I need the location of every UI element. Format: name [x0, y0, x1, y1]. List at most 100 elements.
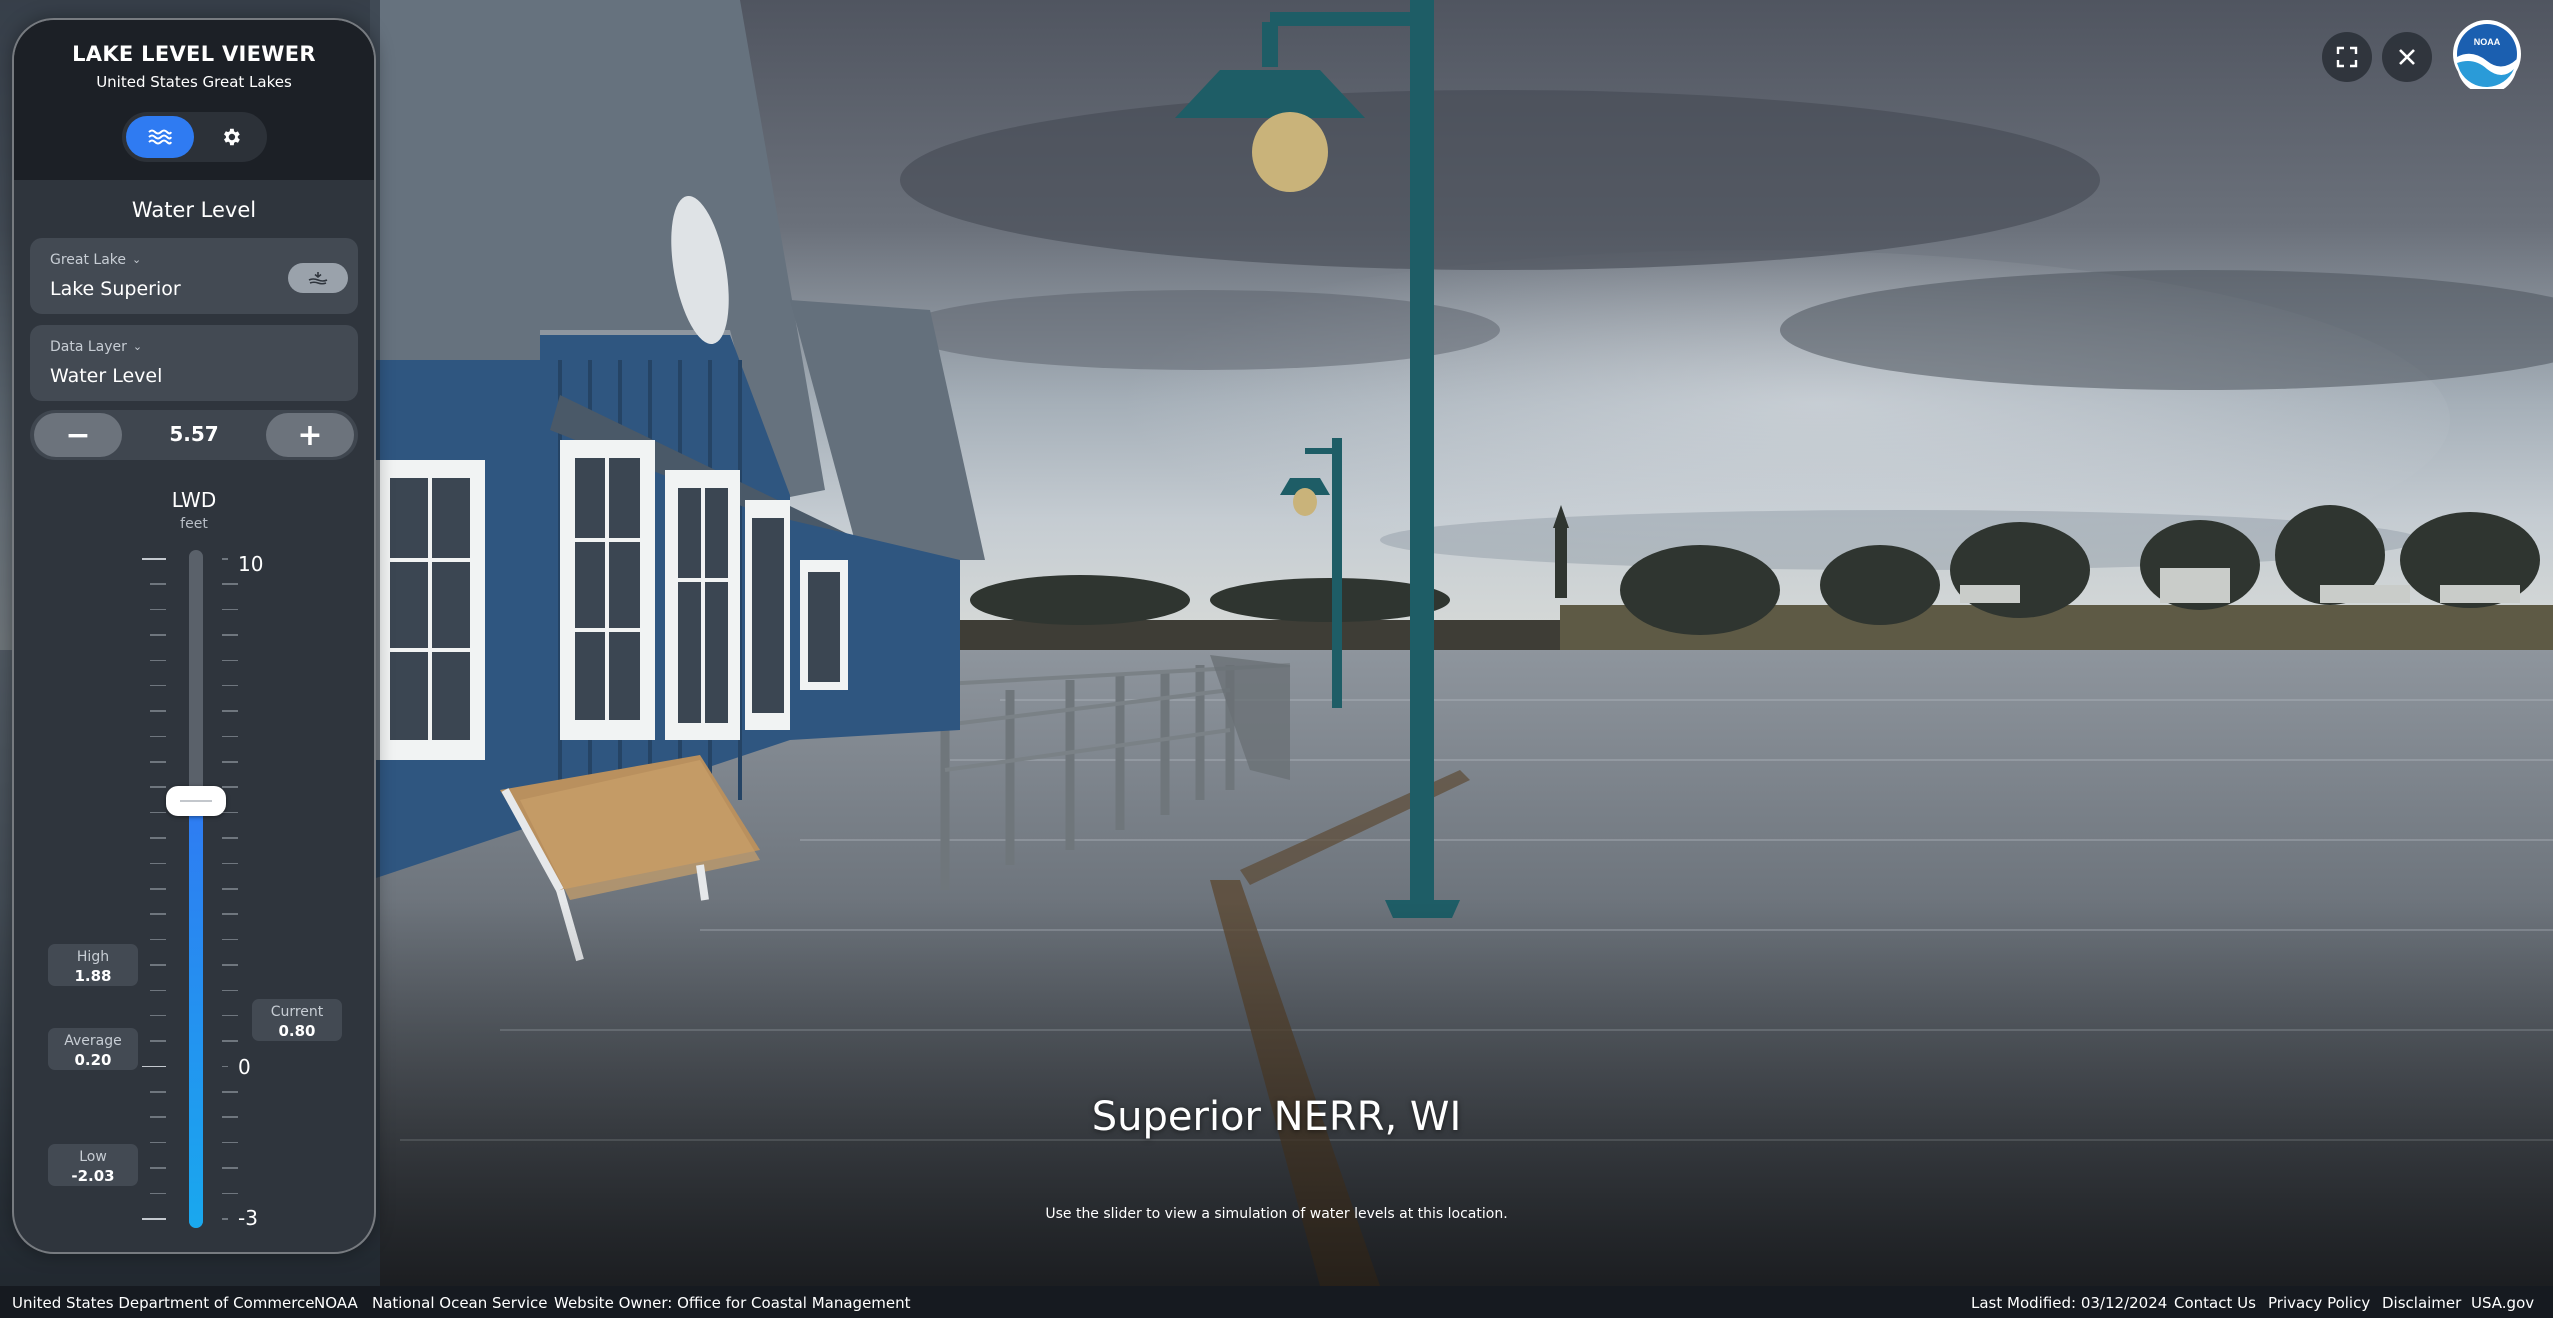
- gauge-tick: [150, 761, 166, 763]
- slider-hint: Use the slider to view a simulation of w…: [1045, 1206, 1508, 1222]
- gauge-tick: [222, 634, 238, 636]
- stat-low-label: Low: [79, 1149, 107, 1165]
- gauge-tick: [150, 659, 166, 662]
- footer-last-modified: Last Modified: 03/12/2024: [1971, 1294, 2168, 1312]
- gauge-tick: [150, 1141, 166, 1144]
- gauge-tick: [222, 558, 228, 560]
- level-slider-fill: [189, 801, 203, 1228]
- stat-current: Current 0.80: [252, 999, 342, 1041]
- gauge-tick: [222, 1091, 238, 1093]
- great-lake-select[interactable]: Great Lake ⌄ Lake Superior: [30, 238, 358, 314]
- gauge-tick: [222, 837, 238, 839]
- gauge-tick: [150, 964, 166, 966]
- waves-icon: [148, 129, 172, 145]
- gear-icon: [223, 128, 240, 146]
- stat-high-value: 1.88: [74, 967, 112, 985]
- gauge-tick: [222, 684, 238, 687]
- stat-current-value: 0.80: [278, 1022, 316, 1040]
- control-panel: LAKE LEVEL VIEWER United States Great La…: [12, 18, 376, 1254]
- footer-link-commerce[interactable]: United States Department of Commerce: [12, 1294, 315, 1312]
- gauge-tick: [222, 710, 238, 712]
- gauge-tick: [222, 1040, 238, 1042]
- gauge-tick: [222, 862, 238, 865]
- gauge-tick: [222, 888, 238, 890]
- scale-label-middle: 0: [238, 1055, 251, 1079]
- gauge-tick: [142, 1065, 166, 1068]
- stat-high: High 1.88: [48, 944, 138, 986]
- app-subtitle: United States Great Lakes: [96, 73, 292, 91]
- footer-link-disclaimer[interactable]: Disclaimer: [2382, 1294, 2461, 1312]
- stat-high-label: High: [76, 949, 110, 965]
- tab-settings[interactable]: [198, 116, 263, 158]
- gauge-tick: [222, 1141, 238, 1144]
- great-lake-label: Great Lake ⌄: [50, 252, 142, 268]
- gauge-tick: [150, 1091, 166, 1093]
- lake-icon: [308, 272, 328, 285]
- gauge-tick: [222, 1014, 238, 1017]
- footer-link-privacy[interactable]: Privacy Policy: [2268, 1294, 2370, 1312]
- footer-link-usagov[interactable]: USA.gov: [2471, 1294, 2534, 1312]
- gauge-tick: [222, 1192, 238, 1195]
- datum-label: LWD: [171, 488, 217, 512]
- level-stepper: − 5.57 +: [30, 410, 358, 460]
- data-layer-select[interactable]: Data Layer ⌄ Water Level: [30, 325, 358, 401]
- gauge-tick: [222, 659, 238, 662]
- svg-text:NOAA: NOAA: [2474, 37, 2501, 47]
- data-layer-label: Data Layer ⌄: [50, 339, 143, 355]
- stat-average-label: Average: [64, 1033, 122, 1049]
- gauge-tick: [222, 1065, 228, 1068]
- gauge-tick: [150, 684, 166, 687]
- gauge-tick: [222, 811, 238, 814]
- unit-label: feet: [180, 516, 208, 532]
- footer-link-contact[interactable]: Contact Us: [2174, 1294, 2256, 1312]
- gauge-tick: [150, 1192, 166, 1195]
- lake-location-button[interactable]: [288, 263, 348, 293]
- noaa-logo[interactable]: NOAA: [2452, 19, 2522, 94]
- gauge-tick: [150, 888, 166, 890]
- gauge-tick: [150, 837, 166, 839]
- gauge-tick: [222, 913, 238, 915]
- gauge-tick: [150, 1014, 166, 1017]
- increase-button[interactable]: +: [266, 413, 354, 457]
- gauge-tick: [150, 811, 166, 814]
- gauge-tick: [150, 862, 166, 865]
- gauge-tick: [150, 735, 166, 738]
- footer-link-owner[interactable]: Website Owner: Office for Coastal Manage…: [554, 1294, 911, 1312]
- fullscreen-icon: [2336, 46, 2358, 68]
- level-slider-thumb[interactable]: [166, 786, 226, 816]
- close-button[interactable]: [2382, 32, 2432, 82]
- stat-low-value: -2.03: [71, 1167, 115, 1185]
- gauge-tick: [222, 1167, 238, 1169]
- gauge-tick: [150, 913, 166, 915]
- gauge-tick: [150, 710, 166, 712]
- gauge-tick: [222, 989, 238, 992]
- gauge-tick: [150, 634, 166, 636]
- close-icon: [2399, 49, 2415, 65]
- gauge-tick: [150, 786, 166, 788]
- stat-average: Average 0.20: [48, 1028, 138, 1070]
- scale-label-top: 10: [238, 552, 264, 576]
- gauge-tick: [150, 583, 166, 585]
- gauge-tick: [150, 1167, 166, 1169]
- gauge-tick: [222, 735, 238, 738]
- gauge-tick: [150, 1040, 166, 1042]
- location-title: Superior NERR, WI: [1091, 1094, 1462, 1140]
- footer-link-nos[interactable]: National Ocean Service: [372, 1294, 547, 1312]
- gauge-tick: [150, 938, 166, 941]
- gauge-tick: [222, 786, 238, 788]
- tab-water-level[interactable]: [126, 116, 194, 158]
- chevron-down-icon: ⌄: [132, 340, 143, 353]
- great-lake-value: Lake Superior: [50, 278, 181, 300]
- stat-average-value: 0.20: [74, 1051, 112, 1069]
- gauge-tick: [150, 608, 166, 611]
- fullscreen-button[interactable]: [2322, 32, 2372, 82]
- app-title: LAKE LEVEL VIEWER: [72, 42, 316, 66]
- data-layer-value: Water Level: [50, 365, 163, 387]
- gauge-tick: [222, 761, 238, 763]
- footer-link-noaa[interactable]: NOAA: [314, 1294, 358, 1312]
- gauge-tick: [222, 608, 238, 611]
- stat-low: Low -2.03: [48, 1144, 138, 1186]
- gauge-tick: [142, 558, 166, 560]
- gauge-tick: [222, 964, 238, 966]
- gauge-tick: [222, 938, 238, 941]
